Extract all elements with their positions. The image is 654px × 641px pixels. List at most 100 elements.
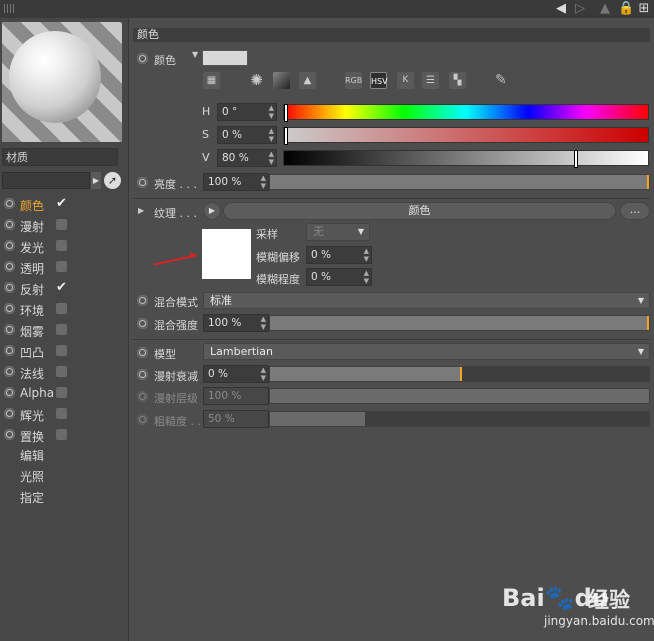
- color-radio[interactable]: [137, 53, 148, 64]
- brightness-field[interactable]: 100 % ▲ ▼: [203, 173, 269, 191]
- channel-radio[interactable]: [4, 240, 15, 251]
- eyedropper-icon[interactable]: ✎: [495, 72, 507, 88]
- channel-checkbox[interactable]: [56, 366, 67, 377]
- new-panel-icon[interactable]: ⊞: [636, 1, 652, 17]
- kelvin-mode-button[interactable]: K: [397, 72, 414, 89]
- color-wheel-icon[interactable]: ✺: [248, 72, 265, 89]
- sidebar-item-channel[interactable]: 颜色 ✔: [0, 194, 128, 215]
- diffuse-level-radio[interactable]: [137, 391, 148, 402]
- back-arrow-icon[interactable]: ◀: [553, 1, 569, 17]
- channel-checkbox[interactable]: [56, 261, 67, 272]
- channel-checkbox[interactable]: [56, 387, 67, 398]
- dropdown-arrow-icon[interactable]: ▼: [192, 50, 198, 59]
- expand-arrow-icon[interactable]: ▶: [138, 206, 144, 215]
- channel-checkbox[interactable]: [56, 429, 67, 440]
- channel-checkbox[interactable]: [56, 324, 67, 335]
- mix-strength-field[interactable]: 100 % ▲ ▼: [203, 314, 269, 332]
- sidebar-item-edit[interactable]: 编辑: [20, 447, 44, 464]
- spinner-icon[interactable]: ▲ ▼: [261, 315, 266, 331]
- channel-radio[interactable]: [4, 366, 15, 377]
- channel-radio[interactable]: [4, 282, 15, 293]
- hsv-mode-button[interactable]: HSV: [370, 72, 388, 89]
- rgb-mode-button[interactable]: RGB: [345, 72, 362, 89]
- sidebar-item-channel[interactable]: 置换: [0, 425, 128, 446]
- roughness-radio[interactable]: [137, 414, 148, 425]
- mix-mode-dropdown[interactable]: 标准 ▼: [203, 292, 650, 309]
- saturation-slider-handle[interactable]: [284, 127, 288, 145]
- sidebar-item-channel[interactable]: Alpha: [0, 383, 128, 404]
- spinner-icon[interactable]: ▲ ▼: [364, 269, 369, 285]
- blur-degree-field[interactable]: 0 % ▲ ▼: [306, 268, 372, 286]
- channel-checkbox[interactable]: [56, 303, 67, 314]
- channel-checkbox[interactable]: [56, 240, 67, 251]
- diffuse-falloff-field[interactable]: 0 % ▲ ▼: [203, 365, 269, 383]
- mix-strength-slider[interactable]: [269, 315, 650, 331]
- checkmark-icon[interactable]: ✔: [56, 281, 67, 294]
- color-swatch[interactable]: [202, 50, 248, 66]
- sidebar-item-channel[interactable]: 反射 ✔: [0, 278, 128, 299]
- spinner-icon[interactable]: ▲ ▼: [269, 150, 274, 166]
- sidebar-item-channel[interactable]: 环境: [0, 299, 128, 320]
- sidebar-item-channel[interactable]: 凹凸: [0, 341, 128, 362]
- mix-strength-radio[interactable]: [137, 318, 148, 329]
- checkmark-icon[interactable]: ✔: [56, 197, 67, 210]
- v-field[interactable]: 80 % ▲ ▼: [217, 149, 277, 167]
- material-name-field[interactable]: 材质: [2, 148, 118, 166]
- model-radio[interactable]: [137, 347, 148, 358]
- lock-icon[interactable]: 🔒: [618, 1, 634, 17]
- brightness-slider[interactable]: [269, 174, 650, 190]
- channel-radio[interactable]: [4, 261, 15, 272]
- material-preview[interactable]: [2, 22, 122, 142]
- sidebar-item-channel[interactable]: 透明: [0, 257, 128, 278]
- color-spectrum-icon[interactable]: ▦: [203, 72, 220, 89]
- sampling-dropdown[interactable]: 无 ▼: [306, 223, 370, 241]
- sidebar-item-channel[interactable]: 烟雾: [0, 320, 128, 341]
- material-search-field[interactable]: [2, 172, 90, 189]
- spinner-icon[interactable]: ▲ ▼: [364, 247, 369, 263]
- sidebar-item-assign[interactable]: 指定: [20, 489, 44, 506]
- s-field[interactable]: 0 % ▲ ▼: [217, 126, 277, 144]
- diffuse-falloff-slider-handle[interactable]: [460, 367, 462, 381]
- channel-radio[interactable]: [4, 303, 15, 314]
- h-field[interactable]: 0 ° ▲ ▼: [217, 103, 277, 121]
- diffuse-falloff-slider[interactable]: [269, 366, 650, 382]
- saturation-slider[interactable]: [283, 127, 649, 145]
- channel-radio[interactable]: [4, 219, 15, 230]
- hue-slider[interactable]: [283, 104, 649, 122]
- channel-radio[interactable]: [4, 345, 15, 356]
- spinner-icon[interactable]: ▲ ▼: [269, 127, 274, 143]
- texture-color-button[interactable]: 颜色: [223, 202, 616, 220]
- spinner-icon[interactable]: ▲ ▼: [261, 366, 266, 382]
- grip-icon[interactable]: [4, 4, 16, 13]
- texture-preview[interactable]: [202, 229, 251, 279]
- channel-radio[interactable]: [4, 429, 15, 440]
- spinner-icon[interactable]: ▲ ▼: [261, 174, 266, 190]
- sidebar-item-channel[interactable]: 发光: [0, 236, 128, 257]
- texture-more-button[interactable]: ...: [620, 202, 650, 220]
- forward-arrow-icon[interactable]: ▷: [572, 1, 588, 17]
- channel-radio[interactable]: [4, 198, 15, 209]
- channel-radio[interactable]: [4, 408, 15, 419]
- brightness-slider-handle[interactable]: [647, 175, 649, 189]
- chevron-right-icon[interactable]: ▶: [91, 172, 101, 189]
- spinner-icon[interactable]: ▲ ▼: [269, 104, 274, 120]
- blur-offset-field[interactable]: 0 % ▲ ▼: [306, 246, 372, 264]
- gradient-icon[interactable]: [273, 72, 290, 89]
- image-icon[interactable]: ▲: [299, 72, 316, 89]
- diffuse-falloff-radio[interactable]: [137, 369, 148, 380]
- model-dropdown[interactable]: Lambertian ▼: [203, 343, 650, 360]
- hue-slider-handle[interactable]: [284, 104, 288, 122]
- value-slider-handle[interactable]: [574, 150, 578, 168]
- value-slider[interactable]: [283, 150, 649, 168]
- mixer-icon[interactable]: ☰: [422, 72, 439, 89]
- mix-strength-slider-handle[interactable]: [647, 316, 649, 330]
- sidebar-item-lighting[interactable]: 光照: [20, 468, 44, 485]
- texture-arrow-button[interactable]: ▶: [203, 202, 221, 220]
- channel-radio[interactable]: [4, 324, 15, 335]
- sidebar-item-channel[interactable]: 漫射: [0, 215, 128, 236]
- mix-mode-radio[interactable]: [137, 295, 148, 306]
- brightness-radio[interactable]: [137, 177, 148, 188]
- swatches-icon[interactable]: ▚: [449, 72, 466, 89]
- channel-checkbox[interactable]: [56, 219, 67, 230]
- cursor-picker-icon[interactable]: ➚: [104, 172, 121, 189]
